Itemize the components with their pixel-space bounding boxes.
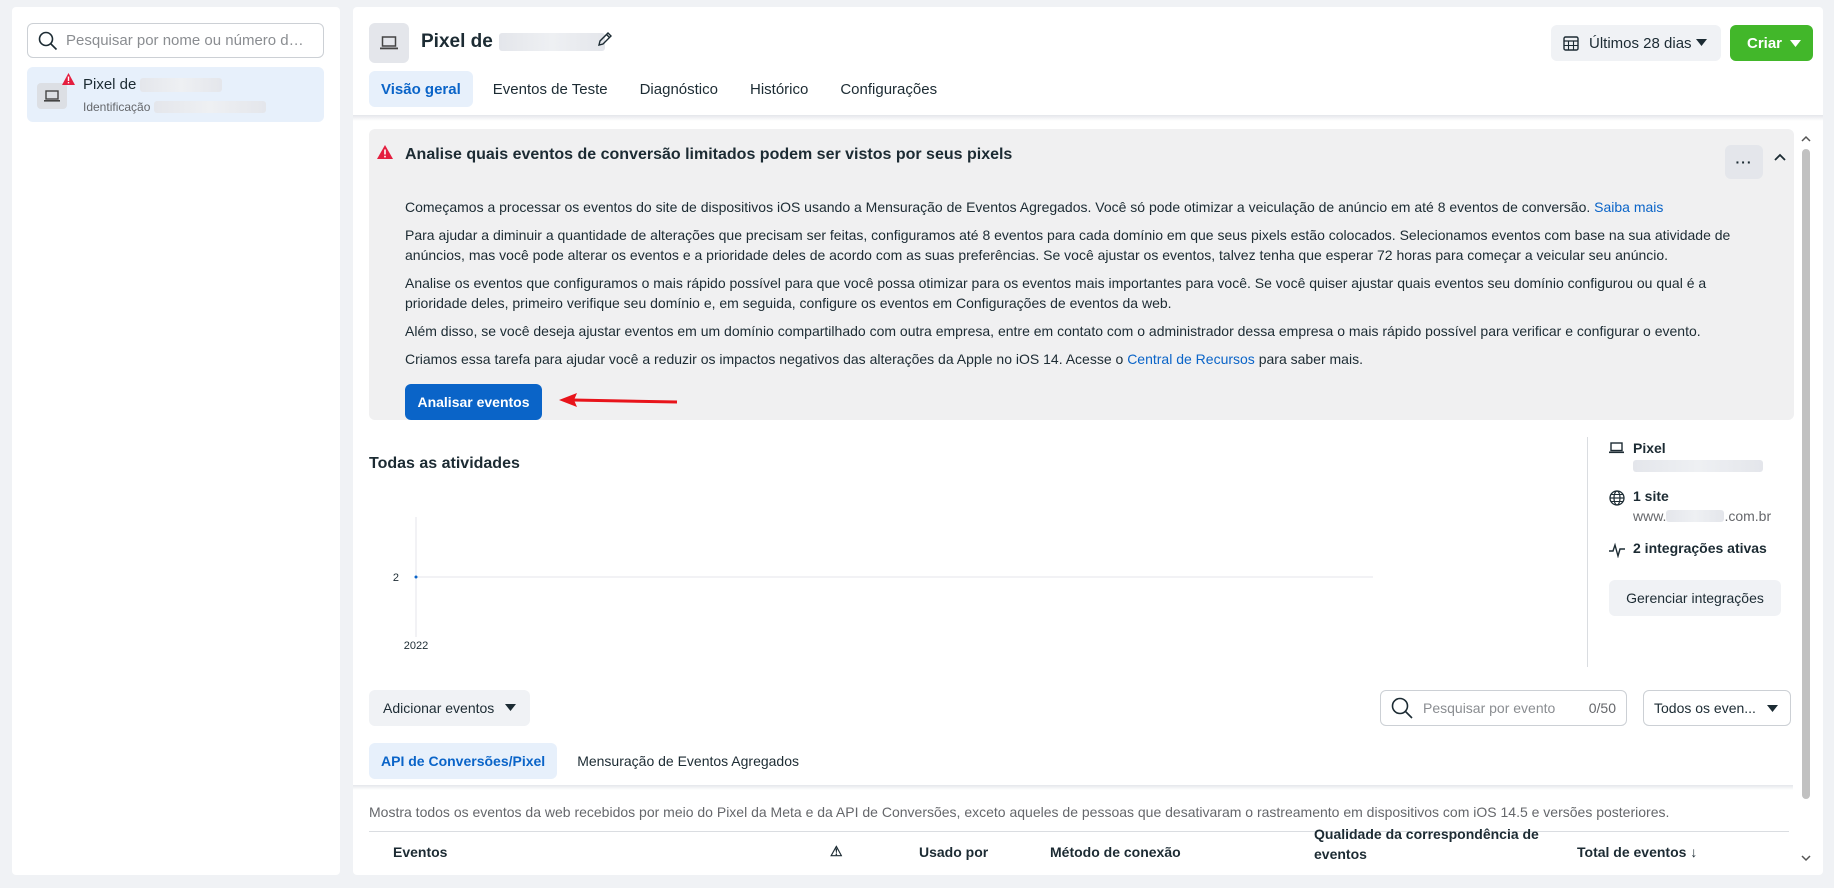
laptop-icon (37, 83, 67, 109)
scroll-up-icon[interactable] (1798, 133, 1814, 145)
scrollbar[interactable] (1798, 129, 1814, 869)
event-search-input[interactable]: Pesquisar por evento 0/50 (1380, 690, 1627, 726)
chevron-up-icon[interactable] (1774, 153, 1786, 161)
alert-title: Analise quais eventos de conversão limit… (405, 146, 1013, 163)
main-panel: Pixel de Últimos 28 dias Criar Visão ger… (353, 7, 1823, 875)
alert-paragraph: Analise os eventos que configuramos o ma… (405, 275, 1707, 311)
date-range-dropdown[interactable]: Últimos 28 dias (1551, 25, 1721, 61)
caret-down-icon (505, 704, 516, 711)
summary-pixel: Pixel (1609, 440, 1809, 472)
events-description: Mostra todos os eventos da web recebidos… (369, 804, 1670, 820)
events-sub-tabs: API de Conversões/Pixel Mensuração de Ev… (369, 743, 819, 779)
activity-chart: 2 2022 (393, 517, 1373, 652)
alert-paragraph: Criamos essa tarefa para ajudar você a r… (405, 351, 1363, 367)
event-filter-dropdown[interactable]: Todos os even... (1643, 690, 1791, 726)
table-top-border (369, 831, 1789, 832)
pencil-icon[interactable] (597, 31, 613, 47)
sub-tabs-divider (353, 785, 1793, 790)
redacted-text (1666, 510, 1725, 522)
tab-aggregated-events[interactable]: Mensuração de Eventos Agregados (565, 743, 811, 779)
alert-paragraph: Começamos a processar os eventos do site… (405, 199, 1664, 215)
caret-down-icon (1696, 39, 1707, 46)
column-header-warning-icon: ⚠ (830, 843, 843, 859)
calendar-icon (1563, 36, 1579, 51)
event-search-count: 0/50 (1588, 700, 1616, 716)
alert-body: Começamos a processar os eventos do site… (405, 197, 1765, 377)
column-header-total-events[interactable]: Total de eventos ↓ (1577, 844, 1697, 860)
y-tick-label: 2 (393, 572, 399, 584)
activity-title: Todas as atividades (369, 455, 520, 472)
tab-settings[interactable]: Configurações (828, 71, 949, 107)
globe-icon (1609, 490, 1625, 506)
redacted-text (1633, 460, 1763, 472)
redacted-text (154, 101, 267, 113)
add-events-dropdown[interactable]: Adicionar eventos (369, 690, 530, 726)
scroll-down-icon[interactable] (1798, 852, 1814, 864)
pixel-summary: Pixel 1 site www. .com.br 2 integrações a… (1609, 440, 1809, 566)
laptop-icon (1609, 442, 1624, 454)
column-header-events[interactable]: Eventos (393, 844, 447, 860)
caret-down-icon (1790, 40, 1801, 47)
more-options-button[interactable]: ··· (1725, 145, 1763, 179)
date-range-label: Últimos 28 dias (1589, 34, 1692, 52)
review-events-button[interactable]: Analisar eventos (405, 384, 542, 420)
event-search-placeholder: Pesquisar por evento (1423, 700, 1556, 716)
warning-icon (377, 145, 393, 159)
warning-icon (62, 73, 75, 85)
conversion-events-alert: Analise quais eventos de conversão limit… (369, 129, 1794, 420)
pixel-list-item[interactable]: Pixel de Identificação (27, 67, 324, 122)
main-tabs: Visão geral Eventos de Teste Diagnóstico… (369, 71, 957, 107)
tab-conversions-api[interactable]: API de Conversões/Pixel (369, 743, 558, 779)
page-title: Pixel de (421, 31, 605, 53)
tabs-divider (353, 115, 1823, 121)
search-icon (38, 31, 58, 50)
tab-diagnostics[interactable]: Diagnóstico (628, 71, 730, 107)
manage-integrations-button[interactable]: Gerenciar integrações (1609, 580, 1781, 616)
summary-sites: 1 site www. .com.br (1609, 488, 1809, 524)
tab-test-events[interactable]: Eventos de Teste (481, 71, 620, 107)
resource-center-link[interactable]: Central de Recursos (1127, 351, 1255, 367)
tab-history[interactable]: Histórico (738, 71, 820, 107)
pixel-list-panel: Pesquisar por nome ou número de ide... P… (12, 7, 340, 875)
pixel-list-item-name: Pixel de (83, 76, 223, 93)
learn-more-link[interactable]: Saiba mais (1594, 199, 1663, 215)
alert-paragraph: Além disso, se você deseja ajustar event… (405, 323, 1701, 339)
pixel-list-item-id: Identificação (83, 100, 267, 114)
create-button[interactable]: Criar (1730, 25, 1813, 61)
tab-overview[interactable]: Visão geral (369, 71, 473, 107)
pixel-search-input[interactable]: Pesquisar por nome ou número de ide... (27, 23, 324, 58)
x-tick-label: 2022 (404, 640, 428, 652)
search-icon (1391, 697, 1413, 719)
activity-pulse-icon (1609, 542, 1625, 558)
scrollbar-thumb[interactable] (1802, 149, 1810, 799)
column-header-match-quality[interactable]: Qualidade da correspondência de eventos (1314, 824, 1544, 864)
vertical-divider (1587, 437, 1588, 667)
redacted-text (140, 77, 223, 92)
alert-paragraph: Para ajudar a diminuir a quantidade de a… (405, 227, 1731, 263)
site-url: www. .com.br (1633, 508, 1772, 524)
laptop-icon (369, 23, 409, 63)
caret-down-icon (1767, 705, 1778, 712)
redacted-text (498, 33, 605, 51)
column-header-used-by[interactable]: Usado por (919, 844, 988, 860)
red-arrow-annotation (559, 393, 678, 407)
summary-integrations: 2 integrações ativas (1609, 540, 1809, 558)
chart-point (414, 575, 418, 579)
column-header-connection-method[interactable]: Método de conexão (1050, 844, 1181, 860)
pixel-search-placeholder: Pesquisar por nome ou número de ide... (66, 32, 311, 49)
